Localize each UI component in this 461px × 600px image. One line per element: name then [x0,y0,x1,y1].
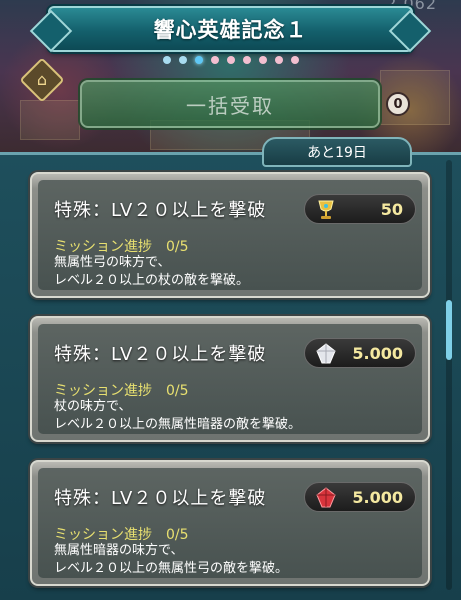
page-dot[interactable] [226,56,235,64]
mission-progress: ミッション進捗 0/5 [54,527,189,543]
scroll-track[interactable] [446,160,452,590]
claim-all-label: 一括受取 [186,93,274,118]
page-dot[interactable] [274,56,283,64]
mission-desc-line: 杖の味方で、 [54,399,132,414]
mission-desc-line: レベル２０以上の無属性弓の敵を撃破。 [54,561,289,576]
page-dot[interactable] [162,56,171,64]
mission-title: 特殊：LV２０以上を撃破 [54,488,267,509]
claim-count-badge: 0 [386,92,410,116]
reward-value: 5.000 [352,488,403,507]
mission-card[interactable]: 特殊：LV２０以上を撃破 5.000 ミッション進捗 0/5 杖の味方で、 レベ… [30,316,430,442]
page-dot[interactable] [178,56,187,64]
days-remaining-tab: あと19日 [262,137,412,167]
mission-desc-line: レベル２０以上の無属性暗器の敵を撃破。 [54,417,302,432]
silver-crystal-icon [313,341,339,367]
reward-badge: 5.000 [304,482,416,512]
mission-desc-line: 無属性暗器の味方で、 [54,543,184,558]
claim-all-button[interactable]: 一括受取 [80,80,380,128]
scrollbar-thumb[interactable] [446,300,452,360]
grail-icon [313,197,339,223]
title-banner: 響心英雄記念１ [48,6,413,52]
reward-value: 50 [380,200,403,219]
mission-description: 無属性暗器の味方で、 レベル２０以上の無属性弓の敵を撃破。 [54,542,288,578]
reward-badge: 50 [304,194,416,224]
page-dot[interactable] [290,56,299,64]
scene-tile [20,100,80,140]
red-crystal-icon [313,485,339,511]
mission-description: 杖の味方で、 レベル２０以上の無属性暗器の敵を撃破。 [54,398,301,434]
mission-card[interactable]: 特殊：LV２０以上を撃破 50 ミッション進捗 0/5 無属性弓の味方で、 レベ… [30,172,430,298]
mission-title: 特殊：LV２０以上を撃破 [54,200,267,221]
page-title: 響心英雄記念１ [153,18,308,42]
page-dot-active[interactable] [194,56,203,64]
page-dot[interactable] [258,56,267,64]
reward-value: 5.000 [352,344,403,363]
mission-progress: ミッション進捗 0/5 [54,239,189,255]
page-dot[interactable] [242,56,251,64]
mission-title: 特殊：LV２０以上を撃破 [54,344,267,365]
mission-desc-line: 無属性弓の味方で、 [54,255,171,270]
days-remaining-label: あと19日 [307,145,367,161]
mission-desc-line: レベル２０以上の杖の敵を撃破。 [54,273,250,288]
reward-badge: 5.000 [304,338,416,368]
mission-progress: ミッション進捗 0/5 [54,383,189,399]
page-dot[interactable] [210,56,219,64]
page-dots [0,56,461,64]
mission-card[interactable]: 特殊：LV２０以上を撃破 5.000 ミッション進捗 0/5 無属性暗器の味方で… [30,460,430,586]
mission-description: 無属性弓の味方で、 レベル２０以上の杖の敵を撃破。 [54,254,249,290]
